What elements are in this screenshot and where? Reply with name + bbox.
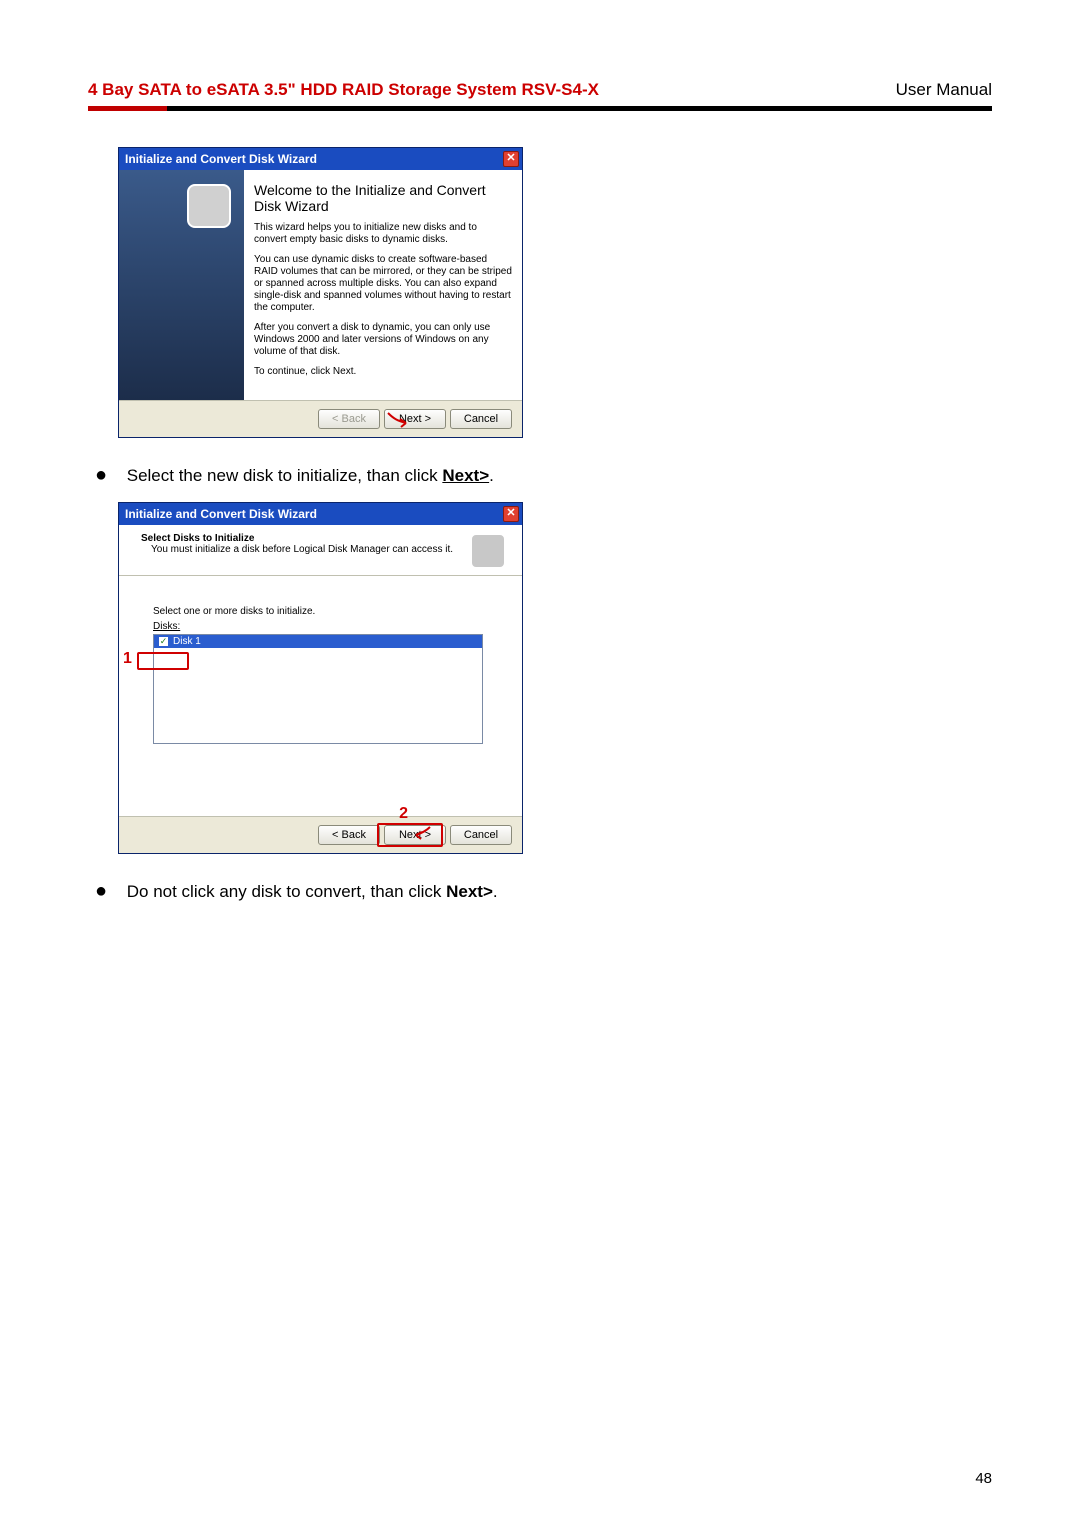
- wizard-p3: After you convert a disk to dynamic, you…: [254, 322, 512, 358]
- wizard-subheader: Select Disks to Initialize You must init…: [119, 525, 522, 576]
- wizard-body: Select one or more disks to initialize. …: [119, 576, 522, 816]
- wizard-footer: < Back Next > Cancel: [119, 400, 522, 437]
- header-rule: [88, 106, 992, 111]
- titlebar-text: Initialize and Convert Disk Wizard: [125, 152, 317, 166]
- disk-list-item[interactable]: ✓ Disk 1: [154, 635, 482, 648]
- instruction-bullet-2: ● Do not click any disk to convert, than…: [92, 882, 992, 902]
- wizard-heading: Welcome to the Initialize and Convert Di…: [254, 182, 512, 214]
- wizard-dialog-select-disks: Initialize and Convert Disk Wizard ✕ Sel…: [118, 502, 523, 854]
- wizard-p1: This wizard helps you to initialize new …: [254, 222, 512, 246]
- titlebar: Initialize and Convert Disk Wizard ✕: [119, 503, 522, 525]
- annotation-number-2: 2: [399, 805, 408, 823]
- page-title: 4 Bay SATA to eSATA 3.5" HDD RAID Storag…: [88, 80, 599, 100]
- back-button: < Back: [318, 409, 380, 429]
- bullet1-text-c: .: [489, 466, 494, 485]
- disk-icon: [187, 184, 231, 228]
- wizard-side-graphic: [119, 170, 244, 400]
- title-bold: 4 Bay SATA to eSATA 3.5" HDD RAID Storag…: [88, 80, 517, 99]
- wizard-dialog-welcome: Initialize and Convert Disk Wizard ✕ Wel…: [118, 147, 523, 438]
- wizard-p2: You can use dynamic disks to create soft…: [254, 254, 512, 314]
- annotation-arrow-icon: [410, 825, 432, 841]
- instruction-bullet-1: ● Select the new disk to initialize, tha…: [92, 466, 992, 486]
- titlebar: Initialize and Convert Disk Wizard ✕: [119, 148, 522, 170]
- title-model: RSV-S4-X: [517, 80, 599, 99]
- bullet2-text-a: Do not click any disk to convert, than c…: [127, 882, 446, 901]
- instruction-text: Select one or more disks to initialize.: [153, 606, 508, 617]
- bullet1-text-b: Next>: [442, 466, 489, 485]
- wizard-footer: < Back Next > Cancel 2: [119, 816, 522, 853]
- wizard-p4: To continue, click Next.: [254, 366, 512, 378]
- bullet2-text-c: .: [493, 882, 498, 901]
- annotation-arrow-icon: [386, 411, 414, 429]
- titlebar-text: Initialize and Convert Disk Wizard: [125, 507, 317, 521]
- cancel-button[interactable]: Cancel: [450, 825, 512, 845]
- user-manual-label: User Manual: [896, 80, 992, 100]
- bullet2-text-b: Next>: [446, 882, 493, 901]
- disk-item-label: Disk 1: [173, 636, 201, 647]
- page-number: 48: [975, 1470, 992, 1487]
- disks-label: Disks:: [153, 621, 508, 632]
- checkbox-icon[interactable]: ✓: [158, 636, 169, 647]
- wizard-welcome-pane: Welcome to the Initialize and Convert Di…: [244, 170, 522, 400]
- close-icon[interactable]: ✕: [503, 151, 519, 167]
- disk-icon: [470, 533, 506, 569]
- wizard-subdesc: You must initialize a disk before Logica…: [141, 544, 453, 555]
- bullet1-text-a: Select the new disk to initialize, than …: [127, 466, 443, 485]
- back-button[interactable]: < Back: [318, 825, 380, 845]
- wizard-subtitle: Select Disks to Initialize: [141, 533, 254, 544]
- cancel-button[interactable]: Cancel: [450, 409, 512, 429]
- close-icon[interactable]: ✕: [503, 506, 519, 522]
- annotation-number-1: 1: [123, 650, 132, 668]
- disk-list[interactable]: ✓ Disk 1: [153, 634, 483, 744]
- page-header: 4 Bay SATA to eSATA 3.5" HDD RAID Storag…: [88, 80, 992, 106]
